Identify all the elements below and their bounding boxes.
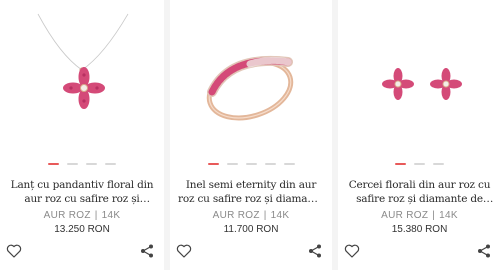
product-material: AUR ROZ (212, 210, 260, 221)
carousel-dot[interactable] (105, 163, 116, 165)
share-icon[interactable] (476, 243, 492, 259)
product-material: AUR ROZ (43, 210, 91, 221)
product-price: 15.380 RON (391, 224, 448, 235)
product-image[interactable] (0, 0, 164, 150)
flower-stud-earrings-image (382, 68, 462, 100)
carousel-dot[interactable] (226, 163, 238, 165)
product-price: 11.700 RON (223, 224, 279, 235)
product-meta: AUR ROZ | 14K (170, 210, 332, 221)
image-carousel-dots[interactable] (170, 163, 332, 165)
carousel-dot[interactable] (207, 163, 219, 165)
product-material: AUR ROZ (381, 210, 429, 221)
product-meta: AUR ROZ | 14K (0, 210, 164, 221)
product-price: 13.250 RON (54, 224, 110, 235)
carousel-dot[interactable] (433, 163, 444, 165)
product-karat: 14K (101, 210, 121, 221)
product-image[interactable] (338, 0, 501, 150)
carousel-dot[interactable] (283, 163, 295, 165)
heart-outline-icon[interactable] (176, 243, 192, 259)
product-title[interactable]: Cercei florali din aur roz cu safire roz… (346, 178, 493, 206)
meta-separator: | (432, 210, 436, 221)
flower-pendant-necklace-image (37, 13, 129, 109)
product-karat: 14K (439, 210, 458, 221)
product-image[interactable] (170, 0, 332, 150)
heart-outline-icon[interactable] (6, 243, 22, 259)
carousel-dot[interactable] (264, 163, 276, 165)
carousel-dot[interactable] (86, 163, 97, 165)
product-meta: AUR ROZ | 14K (338, 210, 501, 221)
share-icon[interactable] (307, 243, 323, 259)
image-carousel-dots[interactable] (0, 163, 164, 165)
product-title[interactable]: Inel semi eternity din aur roz cu safire… (178, 178, 324, 206)
product-card[interactable]: Lanț cu pandantiv floral din aur roz cu … (0, 0, 164, 270)
meta-separator: | (263, 210, 267, 221)
heart-outline-icon[interactable] (344, 243, 360, 259)
meta-separator: | (94, 210, 98, 221)
carousel-dot[interactable] (67, 163, 78, 165)
carousel-dot[interactable] (414, 163, 425, 165)
share-icon[interactable] (139, 243, 155, 259)
carousel-dot[interactable] (48, 163, 59, 165)
product-karat: 14K (270, 210, 290, 221)
product-title[interactable]: Lanț cu pandantiv floral din aur roz cu … (8, 178, 156, 206)
semi-eternity-ring-image (206, 55, 294, 121)
carousel-dot[interactable] (395, 163, 406, 165)
image-carousel-dots[interactable] (338, 163, 501, 165)
product-card[interactable]: Inel semi eternity din aur roz cu safire… (170, 0, 332, 270)
carousel-dot[interactable] (245, 163, 257, 165)
product-card[interactable]: Cercei florali din aur roz cu safire roz… (338, 0, 501, 270)
